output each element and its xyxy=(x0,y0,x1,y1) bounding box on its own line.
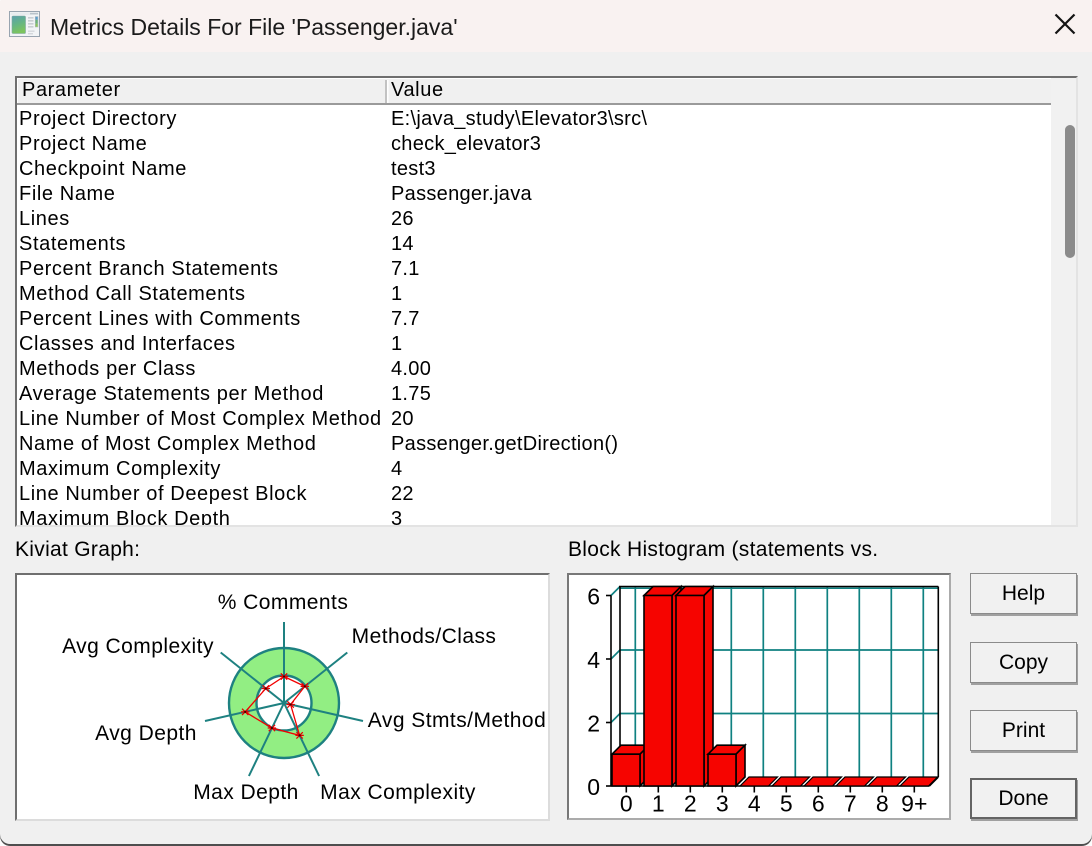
svg-text:8: 8 xyxy=(876,791,889,817)
svg-text:7: 7 xyxy=(844,791,857,817)
svg-text:0: 0 xyxy=(587,774,600,800)
svg-text:6: 6 xyxy=(587,584,600,610)
svg-text:1: 1 xyxy=(652,791,665,817)
svg-text:9+: 9+ xyxy=(901,791,927,817)
svg-text:2: 2 xyxy=(587,711,600,737)
svg-text:3: 3 xyxy=(716,791,729,817)
svg-text:4: 4 xyxy=(748,791,761,817)
svg-text:2: 2 xyxy=(684,791,697,817)
svg-text:4: 4 xyxy=(587,647,600,673)
svg-text:6: 6 xyxy=(812,791,825,817)
svg-text:5: 5 xyxy=(780,791,793,817)
svg-text:0: 0 xyxy=(620,791,633,817)
